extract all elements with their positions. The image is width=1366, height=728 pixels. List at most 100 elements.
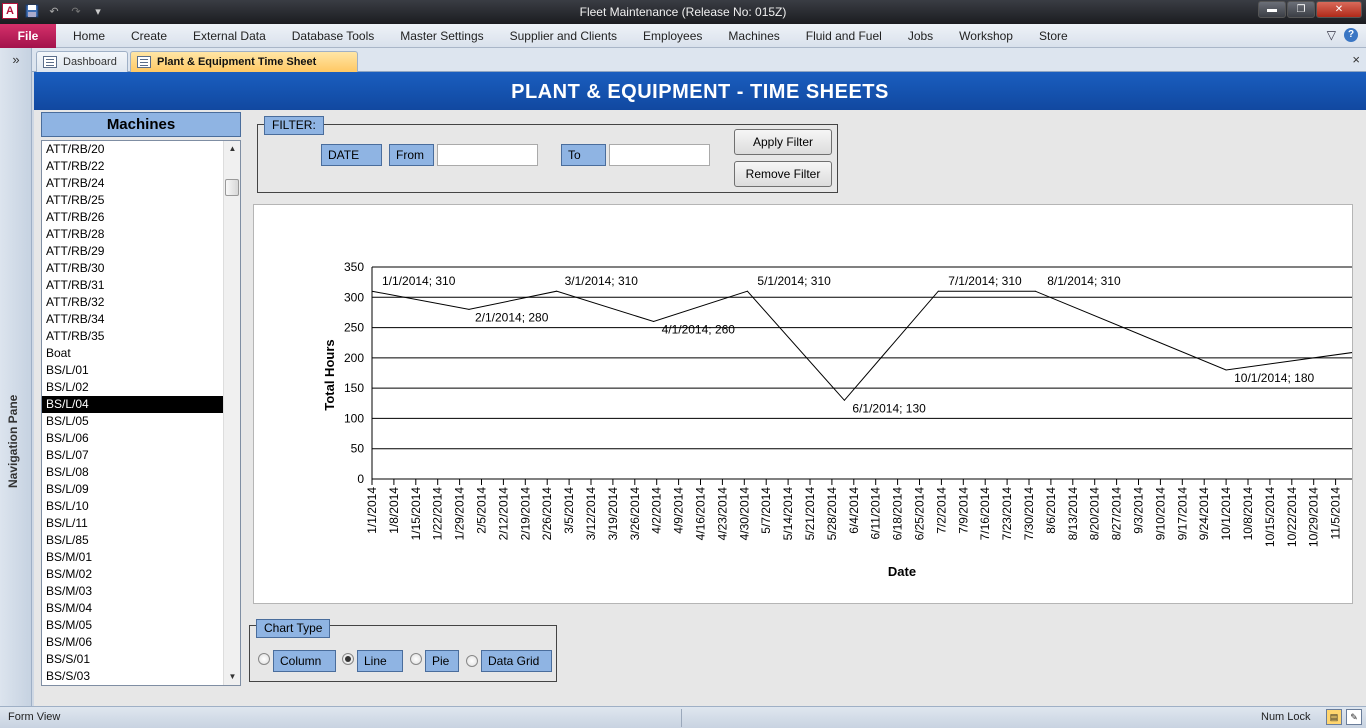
x-tick-label: 10/29/2014 xyxy=(1307,487,1321,547)
list-item[interactable]: BS/L/01 xyxy=(42,362,224,379)
list-item[interactable]: BS/M/03 xyxy=(42,583,224,600)
x-tick-label: 1/15/2014 xyxy=(409,487,423,541)
ribbon-tab-fluid-and-fuel[interactable]: Fluid and Fuel xyxy=(793,24,895,48)
ribbon-tab-workshop[interactable]: Workshop xyxy=(946,24,1026,48)
x-tick-label: 6/11/2014 xyxy=(869,487,883,540)
close-document-icon[interactable]: × xyxy=(1352,52,1360,67)
radio-column[interactable] xyxy=(258,653,270,665)
x-tick-label: 7/9/2014 xyxy=(956,487,970,534)
list-item[interactable]: BS/L/85 xyxy=(42,532,224,549)
option-line-label: Line xyxy=(357,650,403,672)
ribbon-tab-database-tools[interactable]: Database Tools xyxy=(279,24,388,48)
form-view-icon[interactable]: ▤ xyxy=(1326,709,1342,725)
status-numlock: Num Lock xyxy=(1261,711,1311,723)
list-item[interactable]: BS/L/06 xyxy=(42,430,224,447)
ribbon-tab-jobs[interactable]: Jobs xyxy=(895,24,946,48)
data-point xyxy=(468,308,470,310)
ribbon-tab-external-data[interactable]: External Data xyxy=(180,24,279,48)
scroll-thumb[interactable] xyxy=(225,179,239,196)
list-item[interactable]: BS/M/01 xyxy=(42,549,224,566)
ribbon-tab-create[interactable]: Create xyxy=(118,24,180,48)
minimize-ribbon-icon[interactable]: ▽ xyxy=(1327,28,1336,42)
list-item[interactable]: Boat xyxy=(42,345,224,362)
data-point xyxy=(1225,369,1227,371)
x-tick-label: 5/14/2014 xyxy=(781,487,795,541)
minimize-button[interactable]: ▬ xyxy=(1258,1,1286,18)
scroll-up-icon[interactable]: ▲ xyxy=(224,141,240,157)
scroll-down-icon[interactable]: ▼ xyxy=(224,669,240,685)
tab-dashboard[interactable]: Dashboard xyxy=(36,51,128,72)
list-item[interactable]: BS/L/09 xyxy=(42,481,224,498)
x-tick-label: 11/12/2014 xyxy=(1351,487,1354,546)
radio-line[interactable] xyxy=(342,653,354,665)
ribbon-tab-machines[interactable]: Machines xyxy=(715,24,792,48)
x-tick-label: 6/18/2014 xyxy=(891,487,905,541)
y-tick-label: 100 xyxy=(344,411,364,425)
file-tab[interactable]: File xyxy=(0,24,56,48)
ribbon-tab-employees[interactable]: Employees xyxy=(630,24,715,48)
x-tick-label: 3/5/2014 xyxy=(562,487,576,534)
list-item[interactable]: ATT/RB/26 xyxy=(42,209,224,226)
navigation-pane[interactable]: » Navigation Pane xyxy=(0,48,32,706)
chart-area: 0 50 100 150 200 250 300 350 1/1/2014 1/8/2014 1/1… xyxy=(253,204,1353,604)
list-item[interactable]: BS/M/06 xyxy=(42,634,224,651)
list-item[interactable]: BS/L/07 xyxy=(42,447,224,464)
ribbon-tab-supplier-and-clients[interactable]: Supplier and Clients xyxy=(497,24,630,48)
ribbon-tab-master-settings[interactable]: Master Settings xyxy=(387,24,496,48)
list-item[interactable]: ATT/RB/28 xyxy=(42,226,224,243)
restore-button[interactable]: ❐ xyxy=(1287,1,1315,18)
list-item[interactable]: ATT/RB/20 xyxy=(42,141,224,158)
status-mode: Form View xyxy=(8,711,61,723)
list-item[interactable]: ATT/RB/32 xyxy=(42,294,224,311)
list-item[interactable]: BS/L/11 xyxy=(42,515,224,532)
machines-scrollbar[interactable]: ▲ ▼ xyxy=(223,141,240,685)
time-sheet-form: PLANT & EQUIPMENT - TIME SHEETS Machines… xyxy=(34,72,1366,706)
remove-filter-button[interactable]: Remove Filter xyxy=(734,161,832,187)
list-item[interactable]: ATT/RB/29 xyxy=(42,243,224,260)
x-tick-label: 7/16/2014 xyxy=(978,487,992,541)
filter-group: FILTER: DATE From To Apply Filter Remove… xyxy=(257,116,838,193)
list-item[interactable]: BS/M/05 xyxy=(42,617,224,634)
x-tick-label: 4/23/2014 xyxy=(715,487,729,541)
list-item[interactable]: BS/S/01 xyxy=(42,651,224,668)
radio-pie[interactable] xyxy=(410,653,422,665)
tab-plant-equipment-time-sheet[interactable]: Plant & Equipment Time Sheet xyxy=(130,51,358,72)
list-item[interactable]: BS/L/04 xyxy=(42,396,224,413)
list-item[interactable]: ATT/RB/25 xyxy=(42,192,224,209)
machines-list[interactable]: ATT/RB/20 ATT/RB/22 ATT/RB/24 ATT/RB/25 ATT/… xyxy=(41,140,241,686)
to-date-input[interactable] xyxy=(609,144,710,166)
list-item[interactable]: ATT/RB/24 xyxy=(42,175,224,192)
y-tick-label: 200 xyxy=(344,351,364,365)
x-tick-label: 4/30/2014 xyxy=(737,487,751,541)
list-item[interactable]: BS/M/04 xyxy=(42,600,224,617)
data-label: 5/1/2014; 310 xyxy=(757,274,831,288)
list-item[interactable]: BS/L/10 xyxy=(42,498,224,515)
list-item[interactable]: BS/L/08 xyxy=(42,464,224,481)
list-item[interactable]: BS/L/02 xyxy=(42,379,224,396)
data-point xyxy=(556,290,558,292)
ribbon: File Home Create External Data Database Too… xyxy=(0,24,1366,48)
chart-type-group: Chart Type Column Line Pie Data Grid xyxy=(249,619,557,682)
list-item[interactable]: BS/S/03 xyxy=(42,668,224,685)
ribbon-tab-store[interactable]: Store xyxy=(1026,24,1081,48)
x-tick-label: 3/12/2014 xyxy=(584,487,598,541)
close-window-button[interactable]: ✕ xyxy=(1316,1,1362,18)
form-icon xyxy=(43,56,57,68)
list-item[interactable]: BS/M/02 xyxy=(42,566,224,583)
tab-time-sheet-label: Plant & Equipment Time Sheet xyxy=(157,56,317,68)
ribbon-tab-home[interactable]: Home xyxy=(60,24,118,48)
list-item[interactable]: ATT/RB/22 xyxy=(42,158,224,175)
list-item[interactable]: ATT/RB/34 xyxy=(42,311,224,328)
nav-pane-toggle-icon[interactable]: » xyxy=(0,52,32,67)
list-item[interactable]: ATT/RB/31 xyxy=(42,277,224,294)
help-icon[interactable]: ? xyxy=(1344,28,1358,42)
design-view-icon[interactable]: ✎ xyxy=(1346,709,1362,725)
data-label: 6/1/2014; 130 xyxy=(852,401,926,415)
list-item[interactable]: BS/L/05 xyxy=(42,413,224,430)
list-item[interactable]: ATT/RB/30 xyxy=(42,260,224,277)
from-date-input[interactable] xyxy=(437,144,538,166)
list-item[interactable]: ATT/RB/35 xyxy=(42,328,224,345)
radio-data-grid[interactable] xyxy=(466,655,478,667)
filter-legend: FILTER: xyxy=(264,116,324,135)
apply-filter-button[interactable]: Apply Filter xyxy=(734,129,832,155)
